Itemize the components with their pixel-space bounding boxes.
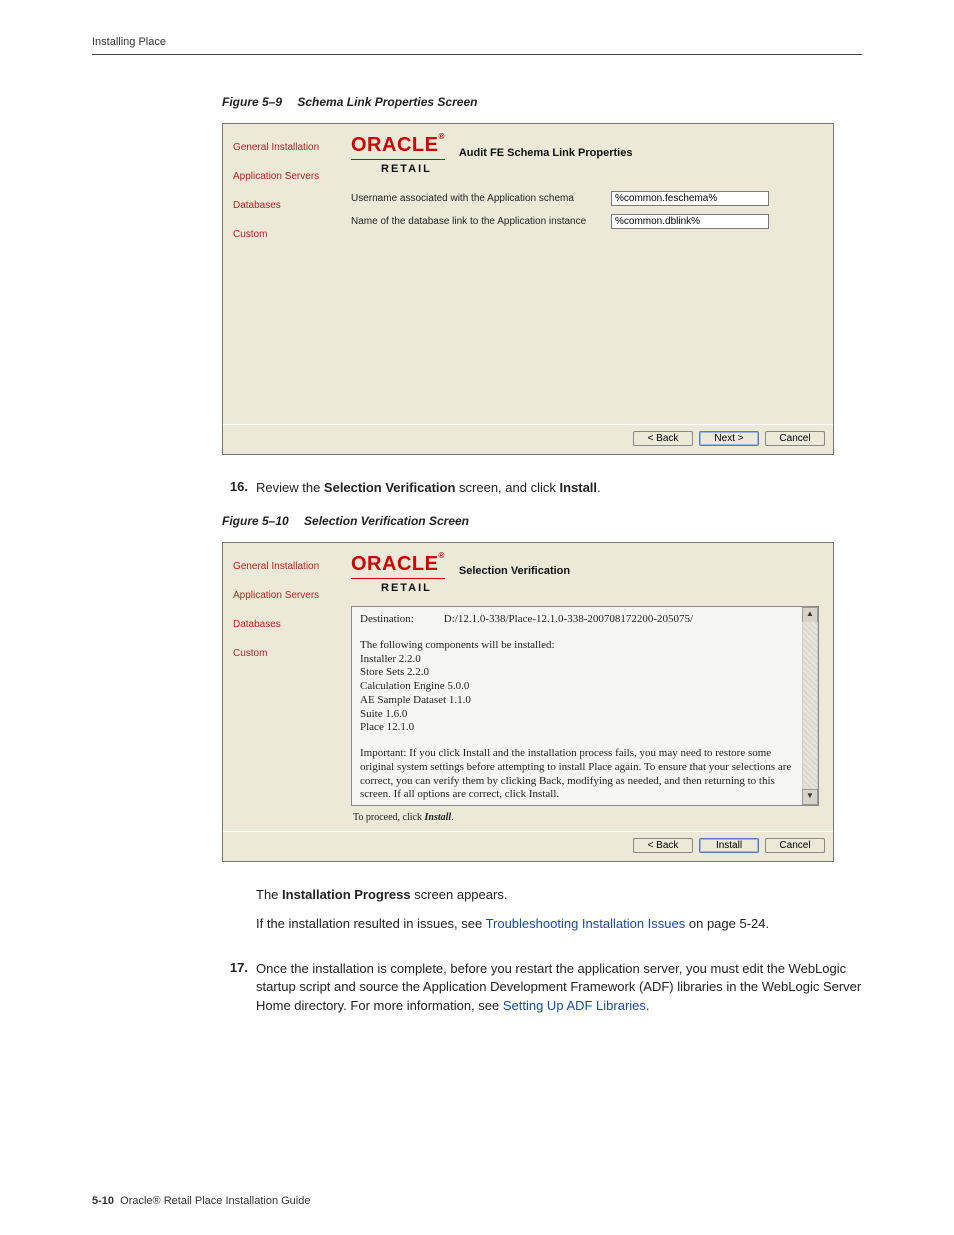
step-text: Review the Selection Verification screen…	[256, 479, 601, 498]
component-item: AE Sample Dataset 1.1.0	[360, 694, 802, 708]
step-16-continuation: The Installation Progress screen appears…	[222, 886, 862, 944]
component-item: Installer 2.2.0	[360, 653, 802, 667]
nav-custom[interactable]: Custom	[233, 648, 335, 659]
nav-appservers[interactable]: Application Servers	[233, 171, 335, 182]
oracle-brand: ORACLE® RETAIL	[351, 553, 445, 594]
brand-oracle: ORACLE	[351, 553, 438, 575]
scroll-up-icon[interactable]: ▲	[802, 607, 818, 623]
figure-5-9-block: Figure 5–9 Schema Link Properties Screen…	[222, 95, 862, 455]
troubleshooting-link[interactable]: Troubleshooting Installation Issues	[486, 916, 686, 931]
figure-5-10-block: Figure 5–10 Selection Verification Scree…	[222, 514, 862, 862]
dblink-label: Name of the database link to the Applica…	[351, 216, 601, 227]
installer-selection-verification: General Installation Application Servers…	[222, 542, 834, 862]
oracle-brand: ORACLE® RETAIL	[351, 134, 445, 175]
footer-page-number: 5-10	[92, 1195, 114, 1207]
figure-5-10-caption: Figure 5–10 Selection Verification Scree…	[222, 514, 862, 528]
nav-custom[interactable]: Custom	[233, 229, 335, 240]
scroll-track[interactable]	[802, 622, 818, 790]
nav-databases[interactable]: Databases	[233, 200, 335, 211]
component-item: Suite 1.6.0	[360, 708, 802, 722]
install-button[interactable]: Install	[699, 838, 759, 853]
component-item: Calculation Engine 5.0.0	[360, 680, 802, 694]
nav-general[interactable]: General Installation	[233, 142, 335, 153]
brand-oracle: ORACLE	[351, 134, 438, 156]
nav-databases[interactable]: Databases	[233, 619, 335, 630]
figure-title: Selection Verification Screen	[304, 514, 469, 528]
troubleshooting-text: If the installation resulted in issues, …	[256, 915, 769, 934]
registered-icon: ®	[438, 551, 444, 560]
destination-value: D:/12.1.0-338/Place-12.1.0-338-200708172…	[444, 613, 693, 625]
step-number: 16.	[222, 479, 256, 498]
brand-retail: RETAIL	[381, 163, 445, 175]
scroll-down-icon[interactable]: ▼	[802, 789, 818, 805]
username-label: Username associated with the Application…	[351, 193, 601, 204]
nav-appservers[interactable]: Application Servers	[233, 590, 335, 601]
step-17: 17. Once the installation is complete, b…	[222, 960, 862, 1017]
nav-general[interactable]: General Installation	[233, 561, 335, 572]
step-number: 17.	[222, 960, 256, 1017]
cancel-button[interactable]: Cancel	[765, 431, 825, 446]
next-button[interactable]: Next >	[699, 431, 759, 446]
components-intro: The following components will be install…	[360, 639, 802, 653]
installer-title: Selection Verification	[459, 565, 570, 581]
install-progress-text: The Installation Progress screen appears…	[256, 886, 769, 905]
installer-nav: General Installation Application Servers…	[223, 124, 345, 424]
important-note: Important: If you click Install and the …	[360, 747, 802, 802]
page-footer: 5-10 Oracle® Retail Place Installation G…	[92, 1195, 310, 1207]
installer-nav: General Installation Application Servers…	[223, 543, 345, 831]
destination-label: Destination:	[360, 613, 414, 625]
component-item: Store Sets 2.2.0	[360, 666, 802, 680]
brand-retail: RETAIL	[381, 582, 445, 594]
dblink-input[interactable]	[611, 214, 769, 229]
username-input[interactable]	[611, 191, 769, 206]
verification-text-area: ▲ ▼ Destination: D:/12.1.0-338/Place-12.…	[351, 606, 819, 806]
figure-number: Figure 5–9	[222, 95, 282, 109]
figure-number: Figure 5–10	[222, 514, 289, 528]
proceed-text: To proceed, click Install.	[353, 812, 819, 823]
back-button[interactable]: < Back	[633, 838, 693, 853]
page: Installing Place Figure 5–9 Schema Link …	[0, 0, 954, 1235]
installer-schema-link: General Installation Application Servers…	[222, 123, 834, 455]
registered-icon: ®	[438, 132, 444, 141]
cancel-button[interactable]: Cancel	[765, 838, 825, 853]
figure-5-9-caption: Figure 5–9 Schema Link Properties Screen	[222, 95, 862, 109]
back-button[interactable]: < Back	[633, 431, 693, 446]
step-16: 16. Review the Selection Verification sc…	[222, 479, 862, 498]
footer-doc-title: Oracle® Retail Place Installation Guide	[120, 1195, 310, 1207]
adf-libraries-link[interactable]: Setting Up ADF Libraries	[503, 998, 646, 1013]
figure-title: Schema Link Properties Screen	[297, 95, 477, 109]
step-text: Once the installation is complete, befor…	[256, 960, 862, 1017]
running-head: Installing Place	[92, 36, 862, 55]
component-item: Place 12.1.0	[360, 721, 802, 735]
installer-title: Audit FE Schema Link Properties	[459, 147, 633, 163]
